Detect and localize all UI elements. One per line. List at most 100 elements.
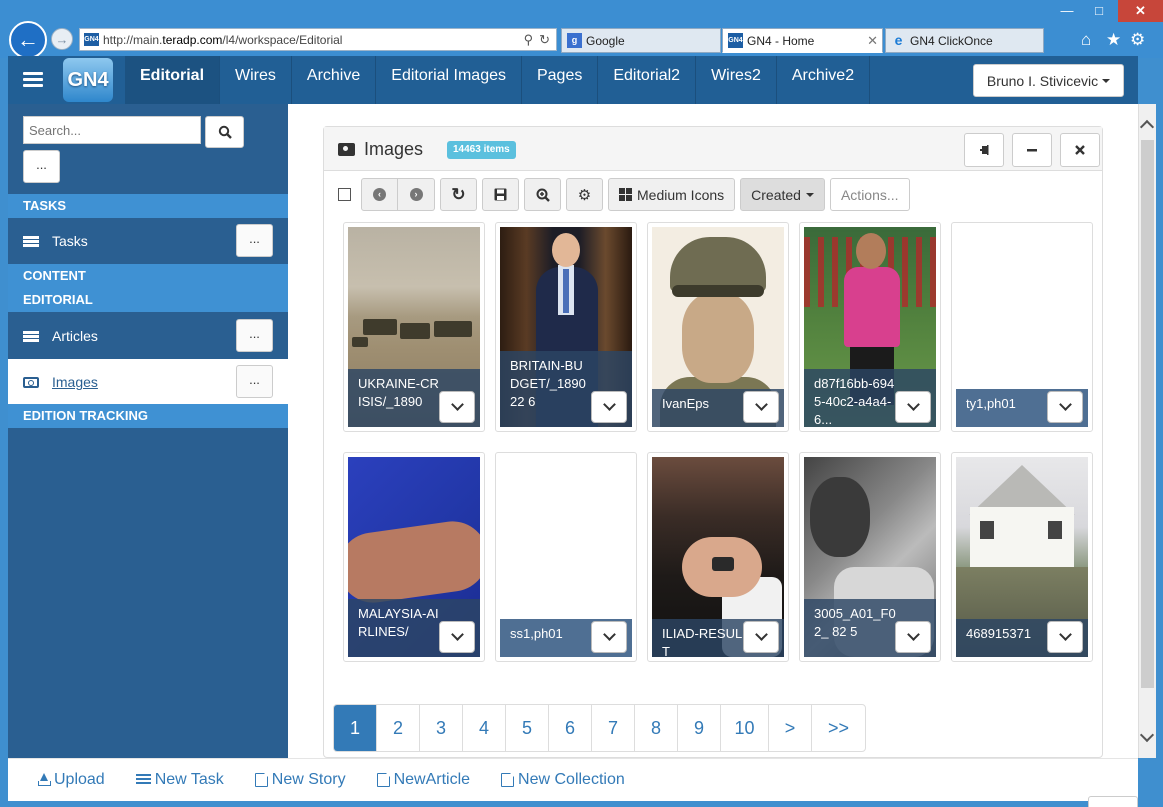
nav-archive2[interactable]: Archive2 — [777, 56, 871, 104]
scroll-up-icon[interactable] — [1139, 119, 1155, 135]
vertical-scrollbar[interactable] — [1138, 104, 1156, 758]
thumbnail-menu-button[interactable] — [895, 391, 931, 423]
tab-google[interactable]: g Google — [561, 28, 721, 53]
page-9[interactable]: 9 — [678, 705, 721, 751]
nav-archive[interactable]: Archive — [292, 56, 377, 104]
thumbnail-image[interactable]: UKRAINE-CRISIS/_1890 — [348, 227, 480, 427]
window-maximize-button[interactable]: □ — [1086, 0, 1112, 22]
minimize-panel-button[interactable] — [1012, 133, 1052, 167]
sidebar-item-images[interactable]: Images ... — [8, 359, 288, 405]
thumbnail-card[interactable]: 468915371 — [951, 452, 1093, 662]
page-4[interactable]: 4 — [463, 705, 506, 751]
thumbnail-menu-button[interactable] — [439, 391, 475, 423]
thumbnail-image[interactable]: d87f16bb-6945-40c2-a4a4-6... — [804, 227, 936, 427]
thumbnail-card[interactable]: BRITAIN-BUDGET/_189022 6 — [495, 222, 637, 432]
user-menu-button[interactable]: Bruno I. Stivicevic — [973, 64, 1124, 97]
window-close-button[interactable]: ✕ — [1118, 0, 1163, 22]
pin-button[interactable] — [964, 133, 1004, 167]
thumbnail-card[interactable]: d87f16bb-6945-40c2-a4a4-6... — [799, 222, 941, 432]
gn4-logo[interactable]: GN4 — [63, 58, 113, 102]
nav-wires[interactable]: Wires — [220, 56, 292, 104]
thumbnail-menu-button[interactable] — [743, 621, 779, 653]
thumbnail-menu-button[interactable] — [743, 391, 779, 423]
upload-link[interactable]: Upload — [37, 771, 105, 789]
sort-created-dropdown[interactable]: Created — [740, 178, 825, 211]
new-task-link[interactable]: New Task — [135, 771, 224, 789]
thumbnail-card[interactable]: ss1,ph01 — [495, 452, 637, 662]
back-arrow-icon[interactable]: ← — [9, 21, 47, 59]
section-edition-tracking[interactable]: EDITION TRACKING — [8, 404, 288, 428]
next-button[interactable]: › — [398, 178, 435, 211]
window-minimize-button[interactable]: — — [1054, 0, 1080, 22]
scroll-down-icon[interactable] — [1139, 727, 1155, 743]
search-icon[interactable]: ⚲ — [524, 32, 534, 48]
thumbnail-image[interactable]: 468915371 — [956, 457, 1088, 657]
tab-close-icon[interactable]: ✕ — [867, 33, 878, 49]
thumbnail-card[interactable]: ILIAD-RESULT — [647, 452, 789, 662]
thumbnail-image[interactable]: BRITAIN-BUDGET/_189022 6 — [500, 227, 632, 427]
thumbnail-menu-button[interactable] — [591, 621, 627, 653]
new-article-link[interactable]: NewArticle — [376, 771, 470, 789]
close-panel-button[interactable] — [1060, 133, 1100, 167]
tab-gn4-clickonce[interactable]: e GN4 ClickOnce — [885, 28, 1044, 53]
home-icon[interactable]: ⌂ — [1081, 30, 1091, 50]
search-button[interactable] — [205, 116, 244, 148]
new-story-link[interactable]: New Story — [254, 771, 346, 789]
view-mode-button[interactable]: Medium Icons — [608, 178, 736, 211]
page-10[interactable]: 10 — [721, 705, 769, 751]
thumbnail-menu-button[interactable] — [1047, 391, 1083, 423]
thumbnail-menu-button[interactable] — [895, 621, 931, 653]
new-collection-link[interactable]: New Collection — [501, 771, 625, 789]
forward-arrow-icon[interactable]: → — [51, 28, 73, 50]
nav-wires2[interactable]: Wires2 — [696, 56, 777, 104]
search-input[interactable] — [23, 116, 201, 144]
thumbnail-image[interactable]: IvanEps — [652, 227, 784, 427]
thumbnail-card[interactable]: ty1,ph01 — [951, 222, 1093, 432]
thumbnail-menu-button[interactable] — [439, 621, 475, 653]
tab-gn4-home[interactable]: GN4 GN4 - Home ✕ — [722, 28, 883, 53]
select-all-checkbox[interactable] — [338, 188, 351, 201]
thumbnail-image[interactable]: MALAYSIA-AIRLINES/ — [348, 457, 480, 657]
sidebar-item-articles[interactable]: Articles ... — [8, 313, 288, 359]
page-next[interactable]: > — [769, 705, 812, 751]
refresh-button[interactable]: ↻ — [440, 178, 477, 211]
thumbnail-image[interactable]: ILIAD-RESULT — [652, 457, 784, 657]
page-2[interactable]: 2 — [377, 705, 420, 751]
actions-dropdown[interactable]: Actions... — [829, 178, 910, 211]
page-5[interactable]: 5 — [506, 705, 549, 751]
thumbnail-menu-button[interactable] — [591, 391, 627, 423]
settings-button[interactable]: ⚙ — [566, 178, 603, 211]
tasks-more-button[interactable]: ... — [236, 224, 273, 257]
nav-editorial[interactable]: Editorial — [125, 56, 221, 104]
thumbnail-card[interactable]: 3005_A01_F02_ 82 5 — [799, 452, 941, 662]
thumbnail-card[interactable]: IvanEps — [647, 222, 789, 432]
page-last[interactable]: >> — [812, 705, 865, 751]
thumbnail-card[interactable]: MALAYSIA-AIRLINES/ — [343, 452, 485, 662]
nav-editorial2[interactable]: Editorial2 — [598, 56, 697, 104]
hamburger-menu-icon[interactable] — [23, 72, 43, 88]
thumbnail-menu-button[interactable] — [1047, 621, 1083, 653]
search-options-button[interactable]: ... — [23, 150, 60, 183]
thumbnail-image[interactable]: ss1,ph01 — [500, 457, 632, 657]
thumbnail-card[interactable]: UKRAINE-CRISIS/_1890 — [343, 222, 485, 432]
page-6[interactable]: 6 — [549, 705, 592, 751]
page-8[interactable]: 8 — [635, 705, 678, 751]
page-1[interactable]: 1 — [334, 705, 377, 751]
address-bar[interactable]: GN4 http://main.teradp.com/l4/workspace/… — [79, 28, 557, 51]
sidebar-item-tasks[interactable]: Tasks ... — [8, 218, 288, 264]
nav-editorial-images[interactable]: Editorial Images — [376, 56, 522, 104]
thumbnail-image[interactable]: 3005_A01_F02_ 82 5 — [804, 457, 936, 657]
url-text[interactable]: http://main.teradp.com/l4/workspace/Edit… — [103, 33, 524, 47]
previous-button[interactable]: ‹ — [361, 178, 398, 211]
zoom-button[interactable] — [524, 178, 561, 211]
thumbnail-image[interactable]: ty1,ph01 — [956, 227, 1088, 427]
articles-more-button[interactable]: ... — [236, 319, 273, 352]
page-3[interactable]: 3 — [420, 705, 463, 751]
page-7[interactable]: 7 — [592, 705, 635, 751]
nav-pages[interactable]: Pages — [522, 56, 599, 104]
save-button[interactable] — [482, 178, 519, 211]
images-more-button[interactable]: ... — [236, 365, 273, 398]
refresh-icon[interactable]: ↻ — [539, 32, 550, 48]
scrollbar-thumb[interactable] — [1141, 140, 1154, 688]
gear-icon[interactable]: ⚙ — [1130, 30, 1145, 50]
